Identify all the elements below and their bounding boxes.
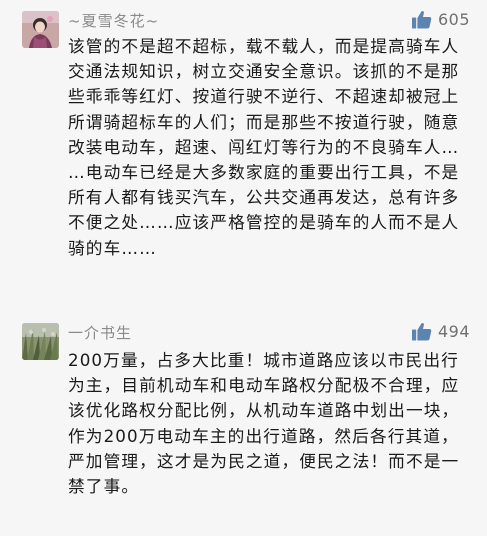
avatar[interactable]	[22, 11, 59, 48]
nickname[interactable]: 一介书生	[68, 322, 132, 343]
nickname[interactable]: ~夏雪冬花~	[68, 10, 159, 31]
thumbs-up-icon[interactable]	[411, 10, 432, 29]
like-count: 605	[437, 9, 470, 29]
thumbs-up-icon[interactable]	[411, 322, 432, 341]
like-button[interactable]: 605	[411, 8, 470, 30]
like-count: 494	[437, 321, 470, 341]
comment-text: 该管的不是超不超标，载不载人，而是提高骑车人交通法规知识，树立交通安全意识。该抓…	[68, 36, 460, 258]
avatar[interactable]	[22, 323, 59, 360]
comment-text: 200万量，占多大比重！城市道路应该以市民出行为主，目前机动车和电动车路权分配极…	[68, 350, 460, 497]
like-button[interactable]: 494	[411, 320, 470, 342]
